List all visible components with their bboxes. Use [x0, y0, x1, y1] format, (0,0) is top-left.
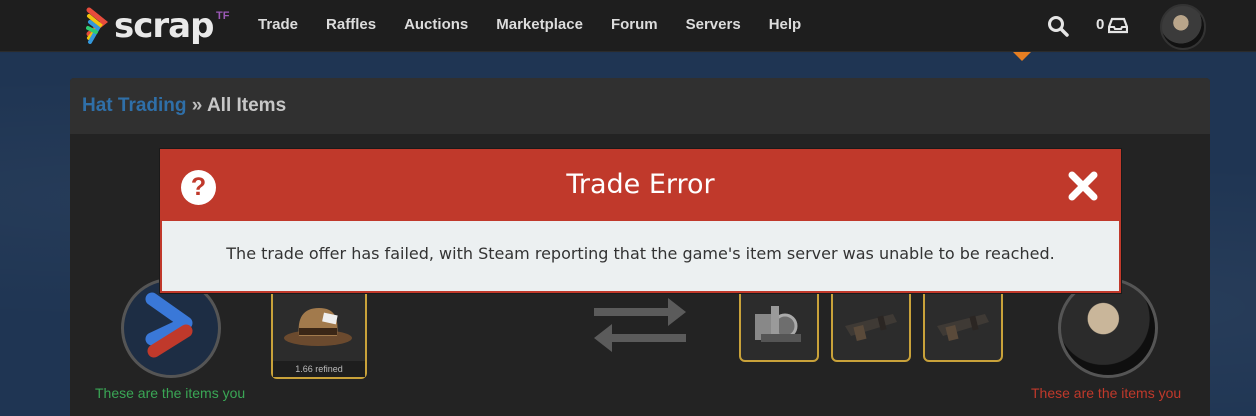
notification-count[interactable]: 0 — [1096, 16, 1104, 33]
user-trade-avatar — [1058, 278, 1158, 378]
right-items-caption: These are the items you — [1031, 385, 1182, 401]
scrap-metal-icon — [755, 306, 801, 342]
nav-item-servers[interactable]: Servers — [686, 16, 741, 33]
inbox-tray-icon[interactable] — [1108, 16, 1128, 34]
bot-avatar — [121, 278, 221, 378]
item-price-label: 1.66 refined — [273, 361, 365, 377]
nav-item-marketplace[interactable]: Marketplace — [496, 16, 583, 33]
left-items-caption: These are the items you — [95, 385, 246, 401]
site-logo[interactable]: scrap TF — [86, 6, 246, 46]
nav-item-auctions[interactable]: Auctions — [404, 16, 468, 33]
right-item-slot-3[interactable] — [923, 284, 1003, 362]
nav-item-help[interactable]: Help — [769, 16, 802, 33]
logo-mark-icon — [86, 7, 109, 44]
weapon-item-icon — [937, 314, 989, 342]
close-icon[interactable] — [1066, 169, 1100, 203]
modal-title: Trade Error — [566, 169, 715, 200]
trade-error-modal: ? Trade Error The trade offer has failed… — [160, 149, 1121, 293]
right-item-slot-2[interactable] — [831, 284, 911, 362]
bot-logo-icon — [145, 292, 193, 358]
search-icon[interactable] — [1046, 14, 1070, 38]
left-item-slot[interactable]: 1.66 refined — [271, 284, 367, 379]
user-avatar[interactable] — [1160, 4, 1206, 50]
breadcrumb-link-hat-trading[interactable]: Hat Trading — [82, 95, 187, 116]
nav-item-forum[interactable]: Forum — [611, 16, 658, 33]
right-item-slot-1[interactable] — [739, 284, 819, 362]
breadcrumb-current: All Items — [206, 95, 287, 116]
breadcrumb-separator: » — [191, 95, 203, 116]
exchange-arrows-icon — [594, 298, 686, 352]
modal-message: The trade offer has failed, with Steam r… — [226, 244, 1055, 263]
main-nav: Trade Raffles Auctions Marketplace Forum… — [258, 16, 829, 33]
dropdown-caret-icon — [1013, 52, 1031, 61]
fedora-hat-icon — [284, 308, 352, 346]
modal-header: ? Trade Error — [162, 151, 1119, 221]
weapon-item-icon — [845, 314, 897, 342]
nav-item-raffles[interactable]: Raffles — [326, 16, 376, 33]
nav-item-trade[interactable]: Trade — [258, 16, 298, 33]
logo-text: scrap — [114, 6, 214, 46]
logo-suffix: TF — [216, 10, 230, 22]
breadcrumb: Hat Trading » All Items — [82, 95, 286, 117]
panel-header: Hat Trading » All Items — [70, 78, 1210, 134]
top-navbar: scrap TF Trade Raffles Auctions Marketpl… — [0, 0, 1256, 52]
